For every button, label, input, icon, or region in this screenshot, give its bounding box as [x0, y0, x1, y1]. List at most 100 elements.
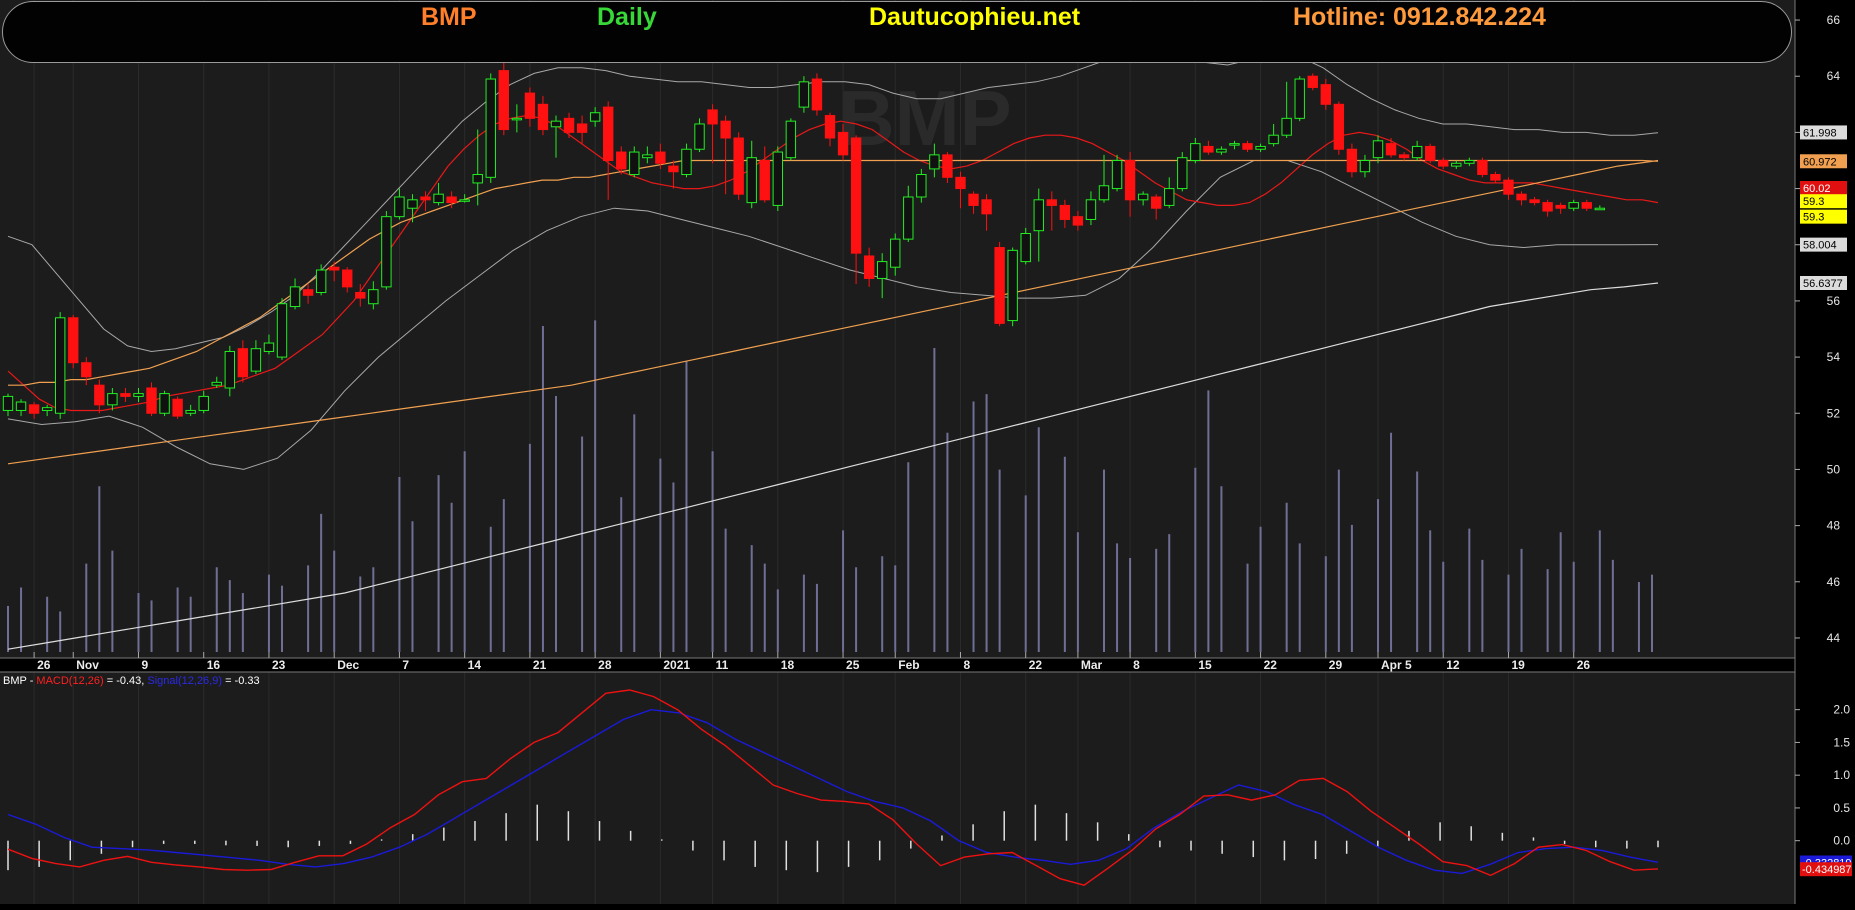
candle-up	[785, 120, 797, 159]
candle-up	[916, 174, 927, 198]
macd-y-tick-label: 1.0	[1833, 768, 1850, 782]
candle-up	[629, 151, 640, 176]
candle-down	[342, 269, 353, 288]
candle-down	[707, 109, 718, 125]
x-tick-label: 29	[1329, 658, 1343, 672]
candle-up	[1020, 233, 1031, 263]
candle-up	[133, 393, 144, 397]
x-tick-label: 11	[716, 658, 729, 672]
site-label[interactable]: Dautucophieu.net	[869, 2, 1080, 32]
y-tick-label: 66	[1827, 13, 1841, 27]
candle-down	[1503, 179, 1514, 195]
candle-up	[1268, 134, 1279, 145]
candle-up	[642, 154, 653, 159]
x-tick-label: 25	[846, 658, 860, 672]
hotline-label[interactable]: Hotline: 0912.842.224	[1293, 2, 1546, 32]
candle-up	[1411, 145, 1423, 159]
candle-up	[681, 148, 692, 176]
candle-down	[1346, 148, 1358, 173]
candle-up	[211, 381, 222, 386]
candle-down	[1438, 159, 1449, 167]
candle-down	[1150, 196, 1162, 209]
candle-down	[1424, 145, 1436, 161]
x-tick-label: Feb	[898, 658, 919, 672]
x-tick-label: 18	[781, 658, 795, 672]
candle-down	[1059, 204, 1071, 220]
candle-up	[15, 401, 27, 411]
candle-up	[772, 151, 784, 206]
candle-down	[446, 196, 457, 204]
candle-up	[250, 348, 262, 372]
price-label: 59.3	[1803, 212, 1824, 224]
macd-y-tick-label: 0.5	[1833, 801, 1850, 815]
x-tick-label: 15	[1198, 658, 1212, 672]
candle-up	[1281, 117, 1292, 136]
candle-up	[1255, 145, 1266, 150]
candle-down	[981, 199, 992, 215]
x-tick-label: Dec	[337, 658, 359, 672]
price-chart: BMP 44464850525456586062646626Nov91623De…	[0, 0, 1855, 910]
legend-signal-name: Signal(12,26,9)	[147, 675, 223, 687]
candle-down	[1320, 84, 1332, 105]
x-tick-label: 19	[1511, 658, 1525, 672]
candle-up	[368, 289, 379, 305]
candle-down	[1385, 143, 1397, 156]
candle-down	[563, 117, 575, 133]
candle-up	[1007, 249, 1018, 322]
candle-up	[315, 269, 327, 293]
candle-up	[876, 261, 888, 279]
candle-up	[159, 393, 170, 414]
candle-up	[2, 395, 14, 411]
candle-up	[433, 193, 444, 204]
candle-up	[407, 199, 418, 209]
price-label: 61.998	[1803, 127, 1837, 139]
y-tick-label: 46	[1827, 575, 1841, 589]
candle-up	[1568, 202, 1579, 209]
y-tick-label: 48	[1827, 519, 1841, 533]
x-tick-label: 2021	[663, 658, 690, 672]
x-tick-label: 22	[1029, 658, 1043, 672]
candle-up	[929, 154, 940, 170]
y-tick-label: 44	[1827, 631, 1841, 645]
candle-down	[850, 137, 862, 254]
candle-up	[381, 216, 392, 288]
candle-up	[1033, 199, 1044, 232]
candle-down	[1203, 145, 1214, 153]
candle-down	[955, 176, 966, 190]
candle-down	[1307, 75, 1318, 88]
x-tick-label: 22	[1264, 658, 1278, 672]
candle-down	[1555, 204, 1566, 209]
candle-up	[903, 196, 914, 240]
candle-up	[276, 303, 288, 358]
candle-down	[524, 92, 536, 119]
candle-down	[1242, 143, 1253, 150]
candle-up	[459, 199, 470, 202]
x-tick-label: 8	[963, 658, 970, 672]
candle-up	[54, 317, 66, 414]
candle-up	[198, 395, 209, 411]
candle-down	[237, 348, 249, 378]
x-tick-label: Nov	[76, 658, 99, 672]
candle-up	[185, 409, 196, 414]
candle-up	[1111, 159, 1123, 190]
candle-down	[172, 398, 183, 417]
candle-down	[733, 137, 744, 195]
candle-up	[798, 81, 810, 108]
price-label: 60.972	[1803, 156, 1837, 168]
price-label: 58.004	[1803, 240, 1837, 252]
candle-up	[289, 286, 301, 308]
candle-down	[420, 196, 431, 201]
candle-up	[1177, 157, 1188, 190]
candle-up	[1216, 148, 1227, 153]
y-tick-label: 56	[1827, 294, 1841, 308]
candle-down	[302, 289, 314, 296]
candle-down	[668, 165, 679, 173]
candle-up	[746, 157, 757, 204]
candle-up	[1594, 207, 1606, 211]
candle-down	[81, 362, 92, 378]
candle-up	[263, 342, 275, 352]
candle-down	[28, 404, 40, 414]
candle-down	[616, 151, 627, 170]
candle-down	[576, 123, 588, 133]
legend-prefix: BMP -	[3, 675, 37, 687]
